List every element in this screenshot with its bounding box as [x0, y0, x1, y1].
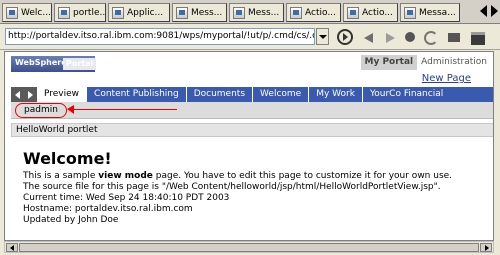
window-tab[interactable]: Mess... — [229, 3, 284, 22]
tab-scroll-controls — [11, 87, 37, 102]
forward-icon[interactable] — [382, 29, 398, 45]
window-tab[interactable]: Messa... — [400, 3, 460, 22]
page-icon — [404, 6, 416, 19]
annotation-arrow — [67, 105, 177, 114]
url-field[interactable]: http://portaldev.itso.ral.ibm.com:9081/w… — [5, 28, 315, 45]
tab-scroll-arrows — [480, 5, 498, 17]
page-icon — [290, 6, 302, 19]
page-icon — [347, 6, 359, 19]
window-tab[interactable]: Applic... — [108, 3, 170, 22]
welcome-heading: Welcome! — [23, 149, 112, 168]
tab-left-icon[interactable] — [15, 90, 20, 99]
portlet-title-bar: HelloWorld portlet — [11, 123, 493, 137]
horizontal-scrollbar[interactable] — [4, 241, 494, 253]
portlet-content: Welcome! This is a sample view mode page… — [23, 149, 493, 226]
sub-navigation-bar: padmin — [11, 102, 493, 119]
my-portal-link[interactable]: My Portal — [360, 55, 418, 70]
scroll-left-button[interactable] — [6, 243, 18, 252]
source-file-text: The source file for this page is "/Web C… — [23, 182, 441, 192]
top-links: My Portal Administration — [360, 55, 492, 70]
administration-link[interactable]: Administration — [417, 55, 491, 70]
stop-icon[interactable] — [402, 29, 418, 45]
address-toolbar: http://portaldev.itso.ral.ibm.com:9081/w… — [0, 24, 500, 50]
back-icon[interactable] — [362, 29, 378, 45]
user-name-badge[interactable]: padmin — [15, 103, 67, 118]
tab-documents[interactable]: Documents — [185, 87, 252, 102]
tab-my-work[interactable]: My Work — [308, 87, 362, 102]
window-tab[interactable]: Welc... — [2, 3, 52, 22]
tab-content-publishing[interactable]: Content Publishing — [86, 87, 186, 102]
window-tab[interactable]: Actio... — [343, 3, 398, 22]
tab-welcome[interactable]: Welcome — [252, 87, 308, 102]
websphere-portal-logo: WebSphere Portal — [11, 56, 97, 72]
tab-yourco-financial[interactable]: YourCo Financial — [361, 87, 450, 102]
print-icon[interactable] — [470, 29, 486, 45]
page-icon — [58, 6, 70, 19]
reload-icon[interactable] — [422, 29, 438, 45]
hostname-text: Hostname: portaldev.itso.ral.ibm.com — [23, 204, 193, 214]
window-tab[interactable]: Mess... — [172, 3, 227, 22]
url-dropdown-button[interactable] — [316, 28, 329, 45]
tab-preview[interactable]: Preview — [37, 87, 87, 102]
go-icon[interactable] — [337, 29, 353, 45]
home-icon[interactable] — [446, 29, 462, 45]
page-icon — [176, 6, 188, 19]
page-icon — [233, 6, 245, 19]
new-page-link[interactable]: New Page — [422, 73, 471, 84]
browser-viewport: WebSphere Portal My Portal Administratio… — [4, 51, 494, 241]
view-mode-text: This is a sample view mode page. You hav… — [23, 171, 453, 181]
updated-by-text: Updated by John Doe — [23, 215, 119, 225]
window-tab-bar: Welc... portle... Applic... Mess... Mess… — [0, 0, 500, 24]
page-icon — [112, 6, 124, 19]
window-tab[interactable]: Actio... — [286, 3, 341, 22]
tab-right-icon[interactable] — [28, 90, 33, 99]
window-tab[interactable]: portle... — [54, 3, 106, 22]
current-time-text: Current time: Wed Sep 24 18:40:10 PDT 20… — [23, 193, 230, 203]
scroll-right-button[interactable] — [480, 243, 492, 252]
scrollbar-thumb[interactable] — [19, 243, 479, 252]
arrow-right-icon[interactable] — [491, 5, 498, 17]
page-tab-bar: Preview Content Publishing Documents Wel… — [11, 87, 493, 102]
arrow-left-icon[interactable] — [480, 5, 487, 17]
page-icon — [6, 6, 18, 19]
